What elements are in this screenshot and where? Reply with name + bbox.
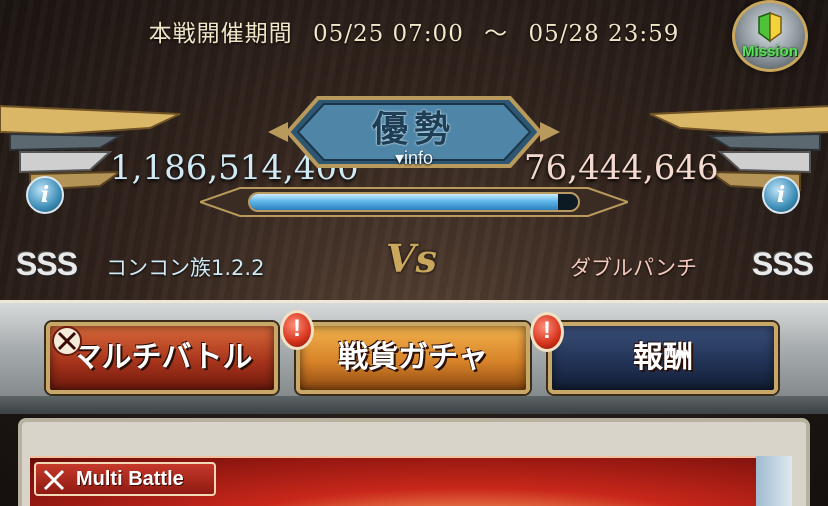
mission-button[interactable]: Mission: [732, 0, 808, 72]
status-title: 優勢: [371, 108, 456, 150]
banner-edge: [756, 456, 792, 506]
vs-emblem: Vs: [386, 236, 437, 281]
enemy-crew-name: ダブルパンチ: [570, 256, 698, 280]
leaf-icon: [758, 11, 782, 43]
tab-gacha[interactable]: 戦貨ガチャ: [296, 322, 530, 394]
ally-rank: SSS: [16, 246, 78, 282]
tab-bar-rail: [0, 396, 828, 414]
tab-reward[interactable]: 報酬: [548, 322, 778, 394]
guild-war-screen: 本戦開催期間 05/25 07:00 〜 05/28 23:59 Mission…: [0, 0, 828, 506]
gacha-alert-icon: !: [280, 310, 314, 350]
period-label: 本戦開催期間: [148, 21, 293, 47]
period-end: 05/28 23:59: [528, 21, 680, 47]
enemy-info-icon[interactable]: i: [762, 176, 800, 214]
advantage-gauge-fill: [250, 194, 559, 210]
crossed-swords-icon: [52, 326, 82, 356]
reward-alert-icon: !: [530, 312, 564, 352]
advantage-gauge: [248, 192, 580, 212]
mission-label: Mission: [742, 43, 798, 60]
crossed-swords-icon: [43, 469, 65, 491]
period-separator: 〜: [484, 21, 509, 47]
enemy-rank: SSS: [752, 246, 814, 282]
period-start: 05/25 07:00: [312, 21, 464, 47]
info-link[interactable]: ▾info: [0, 148, 828, 169]
event-period: 本戦開催期間 05/25 07:00 〜 05/28 23:59: [0, 14, 828, 48]
ally-crew-name: コンコン族1.2.2: [106, 256, 265, 280]
ally-info-icon[interactable]: i: [26, 176, 64, 214]
